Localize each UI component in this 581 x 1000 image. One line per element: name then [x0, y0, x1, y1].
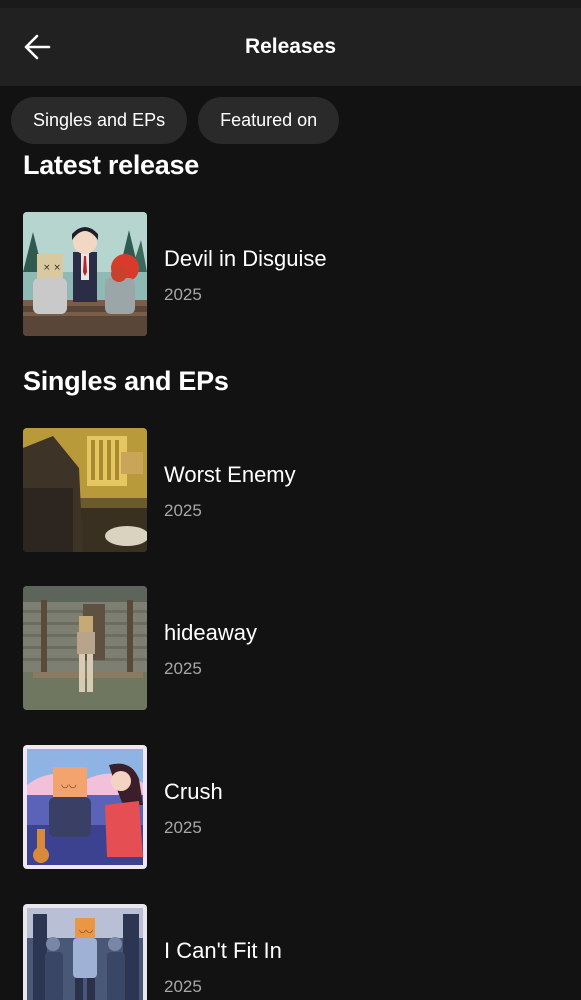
back-button[interactable] — [14, 24, 60, 70]
release-title: Worst Enemy — [164, 462, 296, 487]
album-cover-hideaway — [23, 586, 147, 710]
album-cover-i-cant-fit-in: ◡◡ — [23, 904, 147, 1000]
arrow-left-icon — [24, 34, 51, 60]
svg-text:◡◡: ◡◡ — [79, 925, 93, 934]
svg-text:× ×: × × — [43, 263, 61, 273]
svg-text:◡◡: ◡◡ — [61, 780, 77, 790]
status-bar — [0, 0, 581, 8]
section-heading-singles-and-eps: Singles and EPs — [23, 366, 229, 396]
release-title: Devil in Disguise — [164, 246, 327, 271]
release-row-crush[interactable]: ◡◡ Crush 2025 — [0, 745, 581, 871]
section-heading-latest-release: Latest release — [23, 150, 199, 180]
album-cover-devil-in-disguise: × × — [23, 212, 147, 336]
chip-featured-on[interactable]: Featured on — [198, 97, 340, 144]
release-title: I Can't Fit In — [164, 938, 282, 963]
release-title: Crush — [164, 779, 223, 804]
album-cover-crush: ◡◡ — [23, 745, 147, 869]
chip-singles-and-eps[interactable]: Singles and EPs — [11, 97, 188, 144]
filter-chips: Singles and EPs Featured on — [11, 97, 340, 144]
release-row-hideaway[interactable]: hideaway 2025 — [0, 586, 581, 712]
releases-screen: Releases Singles and EPs Featured on Lat… — [0, 0, 581, 1000]
page-title: Releases — [244, 35, 337, 58]
album-cover-worst-enemy — [23, 428, 147, 552]
release-row-worst-enemy[interactable]: Worst Enemy 2025 — [0, 428, 581, 554]
release-year: 2025 — [164, 818, 202, 837]
release-row-i-cant-fit-in[interactable]: ◡◡ I Can't Fit In 2025 — [0, 904, 581, 1000]
release-year: 2025 — [164, 285, 202, 304]
top-app-bar: Releases — [0, 8, 581, 86]
release-year: 2025 — [164, 977, 202, 996]
release-title: hideaway — [164, 620, 257, 645]
release-row-devil-in-disguise[interactable]: × × Devil in Disguise 2025 — [0, 212, 581, 338]
release-year: 2025 — [164, 501, 202, 520]
release-year: 2025 — [164, 659, 202, 678]
